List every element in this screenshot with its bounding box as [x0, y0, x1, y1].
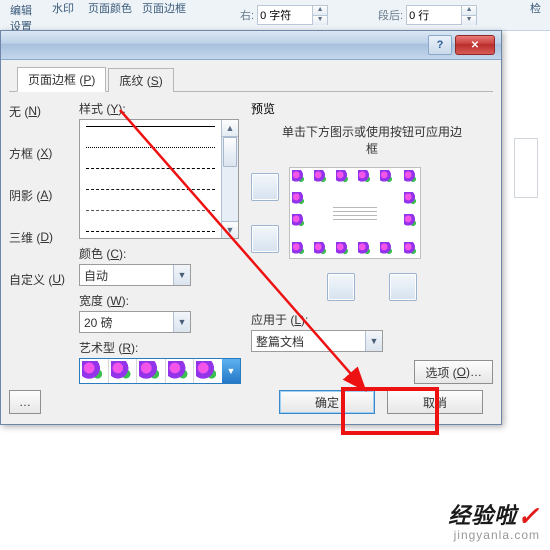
setting-box[interactable]: 方框 (X) — [9, 142, 65, 164]
art-label: 艺术型 (R): — [79, 339, 241, 356]
spin-down-icon[interactable]: ▼ — [461, 16, 476, 25]
art-motif-icon — [292, 214, 306, 228]
apply-label: 应用于 (L): — [251, 311, 493, 328]
style-listbox[interactable]: ▲ ▼ — [79, 119, 239, 239]
ribbon-spacing-after[interactable]: 段后: ▲▼ — [378, 5, 477, 25]
spin-up-icon[interactable]: ▲ — [461, 6, 476, 16]
art-motif-icon — [336, 170, 350, 184]
scroll-up-icon[interactable]: ▲ — [222, 120, 238, 137]
art-motif-icon — [336, 242, 350, 256]
style-option[interactable] — [86, 147, 215, 148]
close-button[interactable]: ✕ — [455, 35, 495, 55]
art-motif-icon — [404, 242, 418, 256]
check-icon: ✓ — [517, 501, 540, 532]
spacing-after-input[interactable] — [407, 9, 461, 21]
art-motif-icon — [292, 170, 306, 184]
art-motif-icon — [80, 359, 109, 383]
ribbon-indent-right[interactable]: 右: ▲▼ — [240, 5, 328, 25]
art-motif-icon — [109, 359, 138, 383]
ribbon-group-pagecolor: 页面颜色 — [88, 0, 132, 16]
setting-shadow[interactable]: 阴影 (A) — [9, 184, 65, 206]
apply-to-value: 整篇文档 — [252, 331, 365, 351]
art-motif-icon — [292, 192, 306, 206]
indent-right-input[interactable] — [258, 9, 312, 21]
art-motif-icon — [404, 214, 418, 228]
overflow-button[interactable]: … — [9, 390, 41, 414]
page-border-dialog: ? ✕ 页面边框 (P) 底纹 (S) 无 (N) 方框 (X) 阴影 (A) … — [0, 30, 502, 425]
art-motif-icon — [404, 192, 418, 206]
preview-label: 预览 — [251, 100, 493, 117]
width-combo[interactable]: 20 磅 ▼ — [79, 311, 191, 333]
setting-custom[interactable]: 自定义 (U) — [9, 268, 65, 290]
spin-down-icon[interactable]: ▼ — [312, 16, 327, 25]
width-label: 宽度 (W): — [79, 292, 241, 309]
color-value: 自动 — [80, 265, 173, 285]
close-icon: ✕ — [471, 40, 479, 51]
chevron-down-icon[interactable]: ▼ — [222, 359, 240, 383]
spin-up-icon[interactable]: ▲ — [312, 6, 327, 16]
art-motif-icon — [380, 170, 394, 184]
style-option[interactable] — [86, 210, 215, 211]
setting-column: 无 (N) 方框 (X) 阴影 (A) 三维 (D) 自定义 (U) — [9, 100, 69, 384]
art-motif-icon — [358, 170, 372, 184]
chevron-down-icon[interactable]: ▼ — [173, 265, 190, 285]
art-motif-icon — [404, 170, 418, 184]
dialog-titlebar: ? ✕ — [1, 31, 501, 60]
style-scrollbar[interactable]: ▲ ▼ — [221, 120, 238, 238]
chevron-down-icon[interactable]: ▼ — [365, 331, 382, 351]
style-option[interactable] — [86, 168, 215, 169]
style-option[interactable] — [86, 231, 215, 232]
ribbon-group-pageborder: 页面边框 — [142, 0, 186, 16]
art-motif-icon — [314, 170, 328, 184]
watermark: 经验啦✓ jingyanla.com — [448, 498, 540, 542]
preview-text-lines — [333, 204, 377, 223]
tab-shading[interactable]: 底纹 (S) — [108, 68, 173, 92]
dialog-tabs: 页面边框 (P) 底纹 (S) — [9, 66, 493, 92]
cancel-button[interactable]: 取消 — [387, 390, 483, 414]
width-value: 20 磅 — [80, 312, 173, 332]
tab-page-border[interactable]: 页面边框 (P) — [17, 67, 106, 92]
setting-3d[interactable]: 三维 (D) — [9, 226, 65, 248]
art-motif-icon — [292, 242, 306, 256]
preview-hint: 单击下方图示或使用按钮可应用边框 — [251, 119, 493, 161]
preview-area — [251, 161, 493, 265]
art-combo[interactable]: ▼ — [79, 358, 241, 384]
side-panel-strip — [514, 138, 538, 198]
help-button[interactable]: ? — [428, 35, 452, 55]
border-right-button[interactable] — [389, 273, 417, 301]
art-motif-icon — [194, 359, 222, 383]
style-option[interactable] — [86, 189, 215, 190]
border-left-button[interactable] — [327, 273, 355, 301]
art-motif-icon — [166, 359, 195, 383]
art-motif-icon — [358, 242, 372, 256]
ribbon-group-check: 检 — [530, 0, 541, 16]
chevron-down-icon[interactable]: ▼ — [173, 312, 190, 332]
style-option[interactable] — [86, 126, 215, 127]
style-label: 样式 (Y): — [79, 100, 241, 117]
art-motif-icon — [137, 359, 166, 383]
scroll-thumb[interactable] — [223, 137, 237, 167]
apply-to-combo[interactable]: 整篇文档 ▼ — [251, 330, 383, 352]
scroll-down-icon[interactable]: ▼ — [222, 221, 238, 238]
setting-none[interactable]: 无 (N) — [9, 100, 65, 122]
color-combo[interactable]: 自动 ▼ — [79, 264, 191, 286]
art-motif-icon — [380, 242, 394, 256]
art-motif-icon — [314, 242, 328, 256]
border-top-button[interactable] — [251, 173, 279, 201]
preview-document[interactable] — [289, 167, 421, 259]
border-bottom-button[interactable] — [251, 225, 279, 253]
options-button[interactable]: 选项 (O)… — [414, 360, 493, 384]
ribbon-group-watermark: 水印 — [52, 0, 74, 16]
scroll-track[interactable] — [222, 137, 238, 221]
color-label: 颜色 (C): — [79, 245, 241, 262]
ok-button[interactable]: 确定 — [279, 390, 375, 414]
